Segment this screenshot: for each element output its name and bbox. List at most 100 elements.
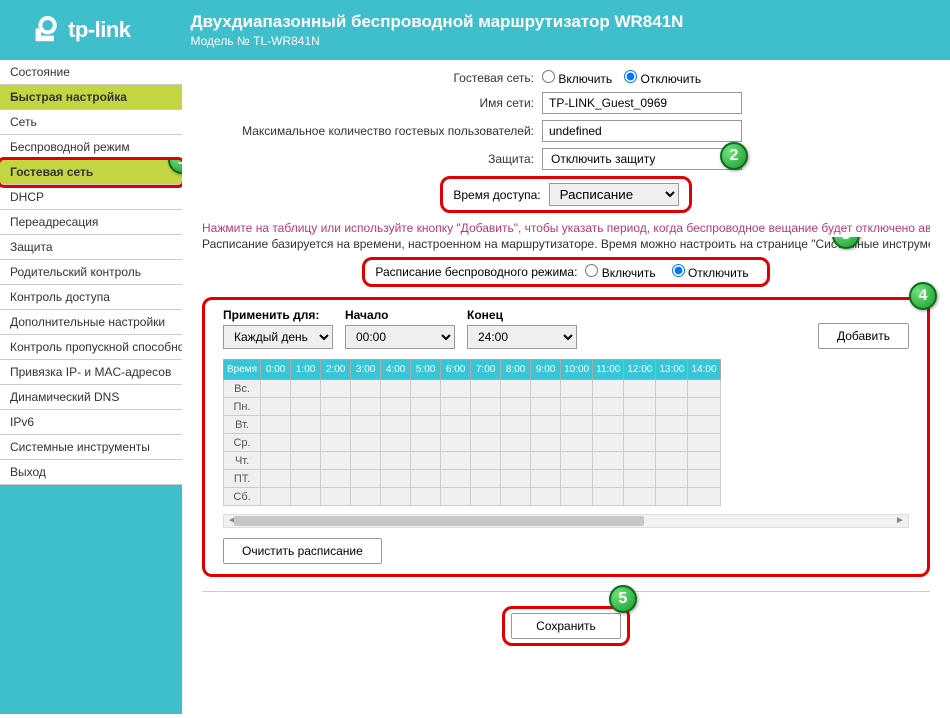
schedule-cell[interactable] xyxy=(291,398,321,416)
schedule-cell[interactable] xyxy=(351,380,381,398)
schedule-cell[interactable] xyxy=(381,488,411,506)
schedule-cell[interactable] xyxy=(291,488,321,506)
schedule-enable-radio[interactable]: Включить xyxy=(585,264,655,280)
schedule-cell[interactable] xyxy=(261,488,291,506)
schedule-disable-radio[interactable]: Отключить xyxy=(672,264,749,280)
schedule-cell[interactable] xyxy=(531,470,561,488)
schedule-cell[interactable] xyxy=(321,416,351,434)
schedule-cell[interactable] xyxy=(656,488,688,506)
schedule-cell[interactable] xyxy=(381,380,411,398)
sidebar-item-wireless[interactable]: Беспроводной режим xyxy=(0,135,182,160)
schedule-cell[interactable] xyxy=(531,398,561,416)
schedule-cell[interactable] xyxy=(561,434,593,452)
schedule-cell[interactable] xyxy=(624,434,656,452)
schedule-grid[interactable]: Время0:001:002:003:004:005:006:007:008:0… xyxy=(223,359,721,506)
schedule-cell[interactable] xyxy=(261,416,291,434)
schedule-cell[interactable] xyxy=(531,434,561,452)
clear-schedule-button[interactable]: Очистить расписание xyxy=(223,538,382,564)
schedule-cell[interactable] xyxy=(471,380,501,398)
schedule-cell[interactable] xyxy=(561,416,593,434)
schedule-cell[interactable] xyxy=(321,488,351,506)
schedule-cell[interactable] xyxy=(441,416,471,434)
security-select[interactable]: Отключить защиту xyxy=(542,148,742,170)
end-select[interactable]: 24:00 xyxy=(467,325,577,349)
horizontal-scrollbar[interactable]: ◄ ► xyxy=(223,514,909,528)
sidebar-item-quick-setup[interactable]: Быстрая настройка xyxy=(0,85,182,110)
schedule-cell[interactable] xyxy=(381,398,411,416)
schedule-cell[interactable] xyxy=(261,434,291,452)
schedule-cell[interactable] xyxy=(321,380,351,398)
schedule-cell[interactable] xyxy=(351,488,381,506)
schedule-cell[interactable] xyxy=(411,398,441,416)
sidebar-item-logout[interactable]: Выход xyxy=(0,460,182,485)
schedule-cell[interactable] xyxy=(593,398,624,416)
schedule-cell[interactable] xyxy=(561,452,593,470)
sidebar-item-parental[interactable]: Родительский контроль xyxy=(0,260,182,285)
schedule-cell[interactable] xyxy=(593,434,624,452)
schedule-cell[interactable] xyxy=(441,434,471,452)
guest-enable-radio[interactable]: Включить xyxy=(542,70,612,86)
apply-for-select[interactable]: Каждый день xyxy=(223,325,333,349)
sidebar-item-ip-mac[interactable]: Привязка IP- и MAC-адресов xyxy=(0,360,182,385)
schedule-cell[interactable] xyxy=(261,470,291,488)
schedule-cell[interactable] xyxy=(411,380,441,398)
scroll-thumb[interactable] xyxy=(234,516,644,526)
network-name-input[interactable] xyxy=(542,92,742,114)
sidebar-item-ipv6[interactable]: IPv6 xyxy=(0,410,182,435)
schedule-cell[interactable] xyxy=(531,452,561,470)
schedule-cell[interactable] xyxy=(351,434,381,452)
schedule-cell[interactable] xyxy=(561,488,593,506)
schedule-cell[interactable] xyxy=(411,416,441,434)
schedule-cell[interactable] xyxy=(624,380,656,398)
max-users-input[interactable] xyxy=(542,120,742,142)
schedule-cell[interactable] xyxy=(561,470,593,488)
schedule-cell[interactable] xyxy=(656,416,688,434)
sidebar-item-guest-network[interactable]: Гостевая сеть 1 xyxy=(0,160,182,185)
schedule-cell[interactable] xyxy=(321,452,351,470)
scroll-right-icon[interactable]: ► xyxy=(894,515,906,527)
schedule-cell[interactable] xyxy=(531,380,561,398)
schedule-cell[interactable] xyxy=(291,452,321,470)
schedule-cell[interactable] xyxy=(261,398,291,416)
schedule-cell[interactable] xyxy=(351,452,381,470)
sidebar-item-system-tools[interactable]: Системные инструменты xyxy=(0,435,182,460)
schedule-cell[interactable] xyxy=(688,416,720,434)
sidebar-item-bandwidth[interactable]: Контроль пропускной способности xyxy=(0,335,182,360)
schedule-cell[interactable] xyxy=(624,398,656,416)
sidebar-item-advanced[interactable]: Дополнительные настройки xyxy=(0,310,182,335)
schedule-cell[interactable] xyxy=(688,470,720,488)
schedule-cell[interactable] xyxy=(624,488,656,506)
schedule-cell[interactable] xyxy=(381,470,411,488)
start-select[interactable]: 00:00 xyxy=(345,325,455,349)
schedule-cell[interactable] xyxy=(688,434,720,452)
sidebar-item-security[interactable]: Защита xyxy=(0,235,182,260)
schedule-cell[interactable] xyxy=(593,488,624,506)
schedule-cell[interactable] xyxy=(593,470,624,488)
schedule-grid-wrap[interactable]: Время0:001:002:003:004:005:006:007:008:0… xyxy=(215,359,917,506)
schedule-cell[interactable] xyxy=(471,416,501,434)
schedule-cell[interactable] xyxy=(501,380,531,398)
schedule-cell[interactable] xyxy=(471,488,501,506)
schedule-cell[interactable] xyxy=(291,380,321,398)
schedule-cell[interactable] xyxy=(351,416,381,434)
sidebar-item-status[interactable]: Состояние xyxy=(0,60,182,85)
schedule-cell[interactable] xyxy=(501,452,531,470)
schedule-cell[interactable] xyxy=(291,470,321,488)
schedule-cell[interactable] xyxy=(471,470,501,488)
schedule-cell[interactable] xyxy=(411,452,441,470)
schedule-cell[interactable] xyxy=(656,434,688,452)
schedule-cell[interactable] xyxy=(656,452,688,470)
schedule-cell[interactable] xyxy=(501,416,531,434)
schedule-cell[interactable] xyxy=(501,470,531,488)
access-time-select[interactable]: Расписание xyxy=(549,183,679,206)
schedule-cell[interactable] xyxy=(441,488,471,506)
schedule-cell[interactable] xyxy=(688,488,720,506)
schedule-cell[interactable] xyxy=(593,380,624,398)
schedule-cell[interactable] xyxy=(441,452,471,470)
schedule-cell[interactable] xyxy=(291,434,321,452)
schedule-cell[interactable] xyxy=(501,398,531,416)
schedule-cell[interactable] xyxy=(624,416,656,434)
schedule-cell[interactable] xyxy=(471,398,501,416)
schedule-cell[interactable] xyxy=(291,416,321,434)
schedule-cell[interactable] xyxy=(381,434,411,452)
